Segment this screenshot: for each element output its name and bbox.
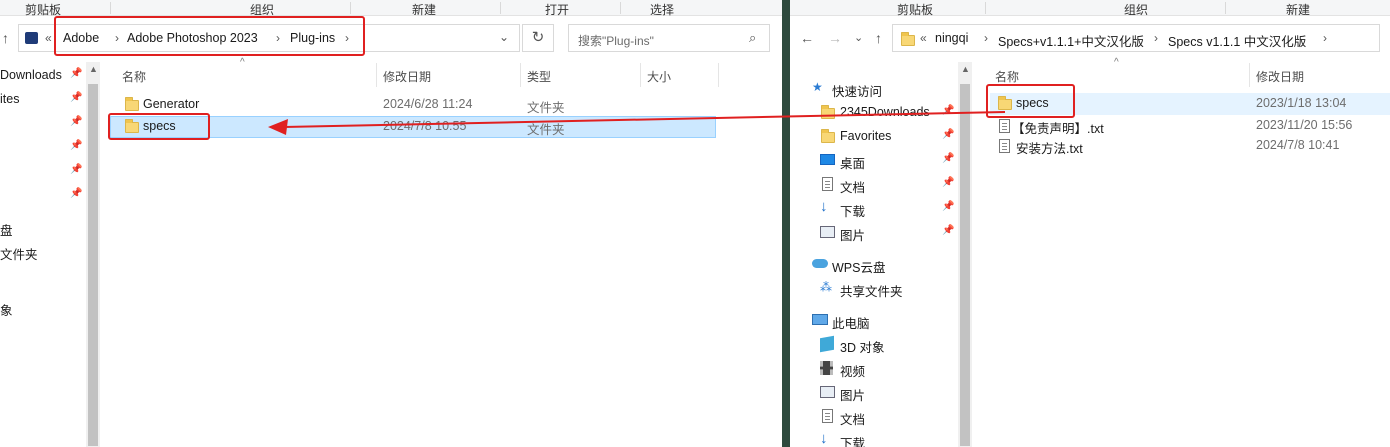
drag-annotation-arrow	[268, 111, 1006, 135]
